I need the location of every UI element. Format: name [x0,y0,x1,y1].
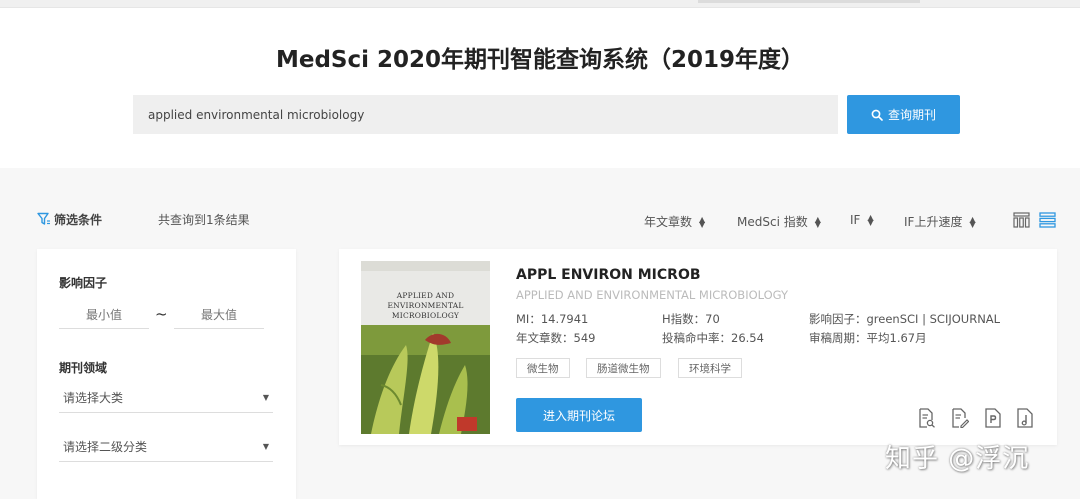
metric-acceptance-rate: 投稿命中率：26.54 [662,331,764,345]
journal-full-name: APPLIED AND ENVIRONMENTAL MICROBIOLOGY [516,288,789,302]
enter-forum-button[interactable]: 进入期刊论坛 [516,398,642,432]
impact-factor-min-input[interactable] [59,301,149,329]
cover-plant-photo [361,325,490,434]
metric-h-index: H指数：70 [662,312,720,326]
sort-medsci-index[interactable]: MedSci 指数 ▲ ▼ [737,213,821,230]
sort-if-growth[interactable]: IF上升速度 ▲ ▼ [904,213,976,230]
range-separator: ~ [155,305,168,323]
tag-microbe[interactable]: 微生物 [516,358,570,378]
sort-label: IF [850,213,861,227]
zhihu-watermark: 知乎 @浮沉 [885,444,1030,474]
filter-label: 筛选条件 [54,213,103,227]
music-file-icon[interactable] [1016,408,1034,428]
filter-bar: 筛选条件 共查询到1条结果 年文章数 ▲ ▼ MedSci 指数 ▲ ▼ IF ▲ ▼… [0,196,1080,244]
journal-card: APPLIED AND ENVIRONMENTAL MICROBIOLOGY A… [339,249,1057,445]
list-view-icon[interactable] [1039,212,1056,228]
subcategory-select-value: 请选择二级分类 [63,440,148,454]
pdf-file-icon[interactable] [984,408,1002,428]
journal-cover-image[interactable]: APPLIED AND ENVIRONMENTAL MICROBIOLOGY [361,261,490,434]
metric-articles-per-year: 年文章数：549 [516,331,596,345]
document-search-icon[interactable] [918,408,936,428]
sort-if[interactable]: IF ▲ ▼ [850,213,874,227]
header-area [0,8,1080,168]
journal-abbreviation[interactable]: APPL ENVIRON MICROB [516,267,701,283]
cover-title-line: ENVIRONMENTAL [387,301,464,310]
tag-environmental-science[interactable]: 环境科学 [678,358,742,378]
category-select[interactable]: 请选择大类 ▼ [59,383,273,413]
impact-factor-max-input[interactable] [174,301,264,329]
metric-review-cycle: 审稿周期：平均1.67月 [809,331,927,345]
sort-arrows-icon: ▲ ▼ [969,214,976,229]
sort-label: 年文章数 [644,215,693,229]
sort-arrows-icon: ▲ ▼ [699,214,706,229]
search-button-label: 查询期刊 [887,108,936,122]
filter-icon [37,212,50,225]
filter-sidebar: 影响因子 ~ 期刊领域 请选择大类 ▼ 请选择二级分类 ▼ [37,249,296,499]
caret-down-icon: ▼ [262,393,269,402]
sort-arrows-icon: ▲ ▼ [814,214,821,229]
caret-down-icon: ▼ [262,442,269,451]
document-edit-icon[interactable] [951,408,969,428]
cover-header-band [361,261,490,271]
subcategory-select[interactable]: 请选择二级分类 ▼ [59,432,273,462]
impact-factor-title: 影响因子 [59,276,108,290]
tag-gut-microbe[interactable]: 肠道微生物 [586,358,661,378]
metric-impact-factor: 影响因子：greenSCI | SCIJOURNAL [809,312,1001,326]
top-tab-indicator [698,0,920,3]
search-icon [871,109,883,121]
sort-arrows-icon: ▲ ▼ [867,213,874,227]
search-button[interactable]: 查询期刊 [847,95,960,134]
grid-view-icon[interactable] [1013,212,1030,228]
cover-title-line: MICROBIOLOGY [391,311,460,320]
page-title: MedSci 2020年期刊智能查询系统（2019年度） [275,47,805,73]
sort-articles-per-year[interactable]: 年文章数 ▲ ▼ [644,213,705,230]
browser-top-strip [0,0,1080,8]
sort-label: MedSci 指数 [737,215,808,229]
cover-title-line: APPLIED AND [396,291,455,300]
sort-label: IF上升速度 [904,215,963,229]
search-input[interactable] [133,95,838,134]
metric-mi: MI：14.7941 [516,312,589,326]
cover-title: APPLIED AND ENVIRONMENTAL MICROBIOLOGY [361,291,490,321]
result-count: 共查询到1条结果 [158,213,250,227]
category-select-value: 请选择大类 [63,391,124,405]
journal-field-title: 期刊领域 [59,361,108,375]
